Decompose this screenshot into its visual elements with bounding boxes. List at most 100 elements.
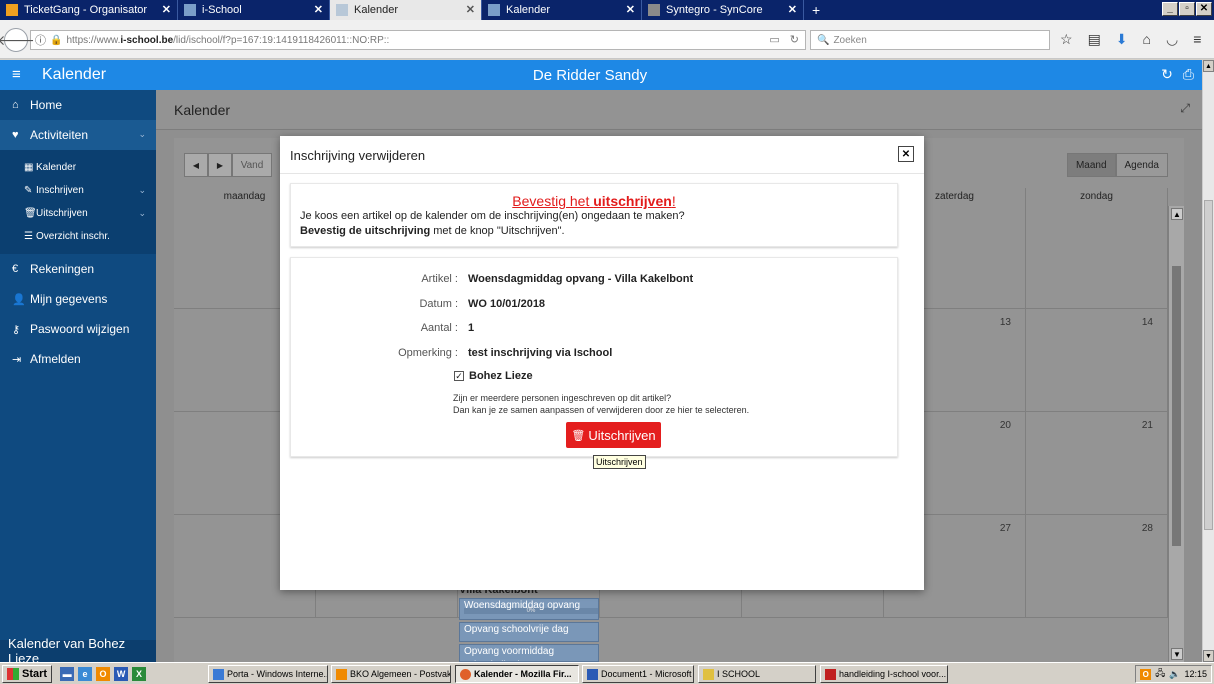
- taskbar-button[interactable]: Document1 - Microsoft ...: [582, 665, 694, 683]
- expand-icon[interactable]: ⤢: [1180, 101, 1190, 116]
- excel-icon[interactable]: X: [132, 666, 147, 681]
- taskbar-button[interactable]: handleiding I-school voor...: [820, 665, 948, 683]
- sidebar: ⌂ Home ♥ Activiteiten ⌄ ▦ Kalender ✎ Ins…: [0, 90, 156, 662]
- close-tab-icon[interactable]: ✕: [788, 3, 797, 16]
- close-dialog-button[interactable]: ✕: [898, 146, 914, 162]
- prev-month-button[interactable]: ◀: [184, 153, 208, 177]
- day-number: 27: [999, 523, 1011, 534]
- internet-explorer-icon: [213, 668, 224, 680]
- chevron-down-icon: ⌄: [138, 185, 146, 195]
- calendar-event[interactable]: Woensdagmiddag opvang 0%: [459, 598, 599, 620]
- scrollbar-thumb[interactable]: [1172, 266, 1181, 546]
- taskbar-button[interactable]: Porta - Windows Interne...: [208, 665, 328, 683]
- taskbar-button[interactable]: I SCHOOL: [698, 665, 816, 683]
- browser-tab-active[interactable]: Kalender ✕: [330, 0, 482, 20]
- browser-tab[interactable]: TicketGang - Organisator ✕: [0, 0, 178, 20]
- view-month-button[interactable]: Maand: [1066, 153, 1116, 177]
- person-checkbox[interactable]: ✓ Bohez Lieze: [454, 370, 533, 382]
- taskbar-button[interactable]: BKO Algemeen - Postvak...: [331, 665, 451, 683]
- browser-tab[interactable]: Syntegro - SynCore ✕: [642, 0, 804, 20]
- word-icon[interactable]: W: [114, 666, 129, 681]
- tab-label: TicketGang - Organisator: [24, 4, 148, 16]
- sidebar-subitem-overzicht[interactable]: ☰ Overzicht inschr.: [0, 225, 156, 248]
- menu-icon[interactable]: ≡: [1193, 31, 1201, 48]
- search-placeholder: Zoeken: [833, 34, 867, 46]
- show-desktop-icon[interactable]: ▬: [60, 666, 75, 681]
- page-scrollbar[interactable]: ▲ ▼: [1202, 60, 1214, 662]
- checkbox-checked-icon[interactable]: ✓: [454, 371, 464, 381]
- close-tab-icon[interactable]: ✕: [314, 3, 323, 16]
- calendar-event[interactable]: Opvang voormiddag schoolvrije dag: [459, 644, 599, 662]
- sidebar-subitem-kalender[interactable]: ▦ Kalender: [0, 156, 156, 179]
- word-icon: [587, 668, 598, 680]
- view-agenda-button[interactable]: Agenda: [1115, 153, 1168, 177]
- edit-icon: ✎: [24, 185, 33, 196]
- new-tab-button[interactable]: +: [804, 0, 828, 20]
- bookmarks-library-icon[interactable]: ▤: [1088, 31, 1101, 48]
- taskbar-button-label: BKO Algemeen - Postvak...: [350, 669, 451, 679]
- calendar-event[interactable]: Opvang schoolvrije dag: [459, 622, 599, 642]
- sidebar-item-rekeningen[interactable]: € Rekeningen: [0, 254, 156, 284]
- scrollbar-thumb[interactable]: [1204, 200, 1213, 530]
- sidebar-subitem-inschrijven[interactable]: ✎ Inschrijven ⌄: [0, 179, 156, 202]
- folder-icon: [703, 668, 714, 680]
- maximize-icon[interactable]: ▫: [1179, 2, 1195, 16]
- reader-view-icon[interactable]: ▭: [769, 33, 779, 46]
- taskbar-button-label: Document1 - Microsoft ...: [601, 669, 694, 679]
- sidebar-subitem-uitschrijven[interactable]: 🗑 Uitschrijven ⌄: [0, 202, 156, 225]
- sidebar-item-paswoord[interactable]: ⚷ Paswoord wijzigen: [0, 314, 156, 344]
- sidebar-subitem-label: Uitschrijven: [36, 208, 88, 219]
- sidebar-item-label: Mijn gegevens: [30, 292, 108, 306]
- calendar-scrollbar[interactable]: ▲ ▼: [1168, 206, 1184, 662]
- event-label: Woensdagmiddag opvang: [464, 600, 581, 611]
- internet-explorer-icon[interactable]: e: [78, 666, 93, 681]
- scroll-up-icon[interactable]: ▲: [1203, 60, 1214, 72]
- network-icon[interactable]: 🖧: [1155, 666, 1165, 682]
- next-month-button[interactable]: ▶: [208, 153, 232, 177]
- scroll-up-icon[interactable]: ▲: [1171, 208, 1183, 220]
- sidebar-item-activiteiten[interactable]: ♥ Activiteiten ⌄: [0, 120, 156, 150]
- calendar-day[interactable]: 21: [1026, 412, 1168, 514]
- close-tab-icon[interactable]: ✕: [466, 3, 475, 16]
- minimize-icon[interactable]: _: [1162, 2, 1178, 16]
- calendar-day[interactable]: 14: [1026, 309, 1168, 411]
- close-window-icon[interactable]: ✕: [1196, 2, 1212, 16]
- chevron-down-icon: ⌄: [138, 208, 146, 218]
- refresh-icon[interactable]: ↻: [1161, 66, 1173, 83]
- search-input[interactable]: 🔍 Zoeken: [810, 30, 1050, 50]
- back-button[interactable]: 🡐: [0, 28, 35, 52]
- bookmark-star-icon[interactable]: ☆: [1060, 31, 1073, 48]
- info-icon[interactable]: ⓘ: [35, 32, 46, 48]
- start-label: Start: [22, 667, 48, 680]
- close-tab-icon[interactable]: ✕: [162, 3, 171, 16]
- close-tab-icon[interactable]: ✕: [626, 3, 635, 16]
- app-header: ≡ Kalender De Ridder Sandy ↻ ⎙: [0, 60, 1202, 90]
- taskbar-button-active[interactable]: Kalender - Mozilla Fir...: [455, 665, 579, 683]
- taskbar-button-label: I SCHOOL: [717, 669, 761, 679]
- browser-tab[interactable]: Kalender ✕: [482, 0, 642, 20]
- browser-tab[interactable]: i-School ✕: [178, 0, 330, 20]
- scroll-down-icon[interactable]: ▼: [1171, 648, 1183, 660]
- print-icon[interactable]: ⎙: [1183, 66, 1194, 83]
- sidebar-item-mijn-gegevens[interactable]: 👤 Mijn gegevens: [0, 284, 156, 314]
- scroll-down-icon[interactable]: ▼: [1203, 650, 1214, 662]
- outlook-tray-icon[interactable]: O: [1140, 668, 1152, 680]
- home-icon[interactable]: ⌂: [1143, 31, 1151, 48]
- volume-icon[interactable]: 🔈: [1169, 669, 1180, 680]
- taskbar: Start ▬ e O W X Porta - Windows Interne.…: [0, 662, 1214, 684]
- calendar-icon: ▦: [24, 162, 34, 173]
- download-icon[interactable]: ⬇: [1116, 31, 1128, 48]
- uitschrijven-button[interactable]: 🗑 Uitschrijven: [566, 422, 661, 448]
- sidebar-item-afmelden[interactable]: ⇥ Afmelden: [0, 344, 156, 374]
- calendar-day[interactable]: 28: [1026, 515, 1168, 617]
- start-button[interactable]: Start: [2, 664, 53, 683]
- calendar-day[interactable]: [1026, 206, 1168, 308]
- outlook-icon[interactable]: O: [96, 666, 111, 681]
- today-button[interactable]: Vand: [232, 153, 272, 177]
- reload-icon[interactable]: ↻: [790, 33, 799, 46]
- page-title: Kalender: [174, 102, 231, 118]
- sidebar-item-home[interactable]: ⌂ Home: [0, 90, 156, 120]
- pocket-icon[interactable]: ◡: [1166, 31, 1178, 48]
- url-bar[interactable]: ⓘ 🔒 https://www. i-school.be/lid/ischool/…: [30, 30, 806, 50]
- header-icons: ↻ ⎙: [1161, 66, 1194, 83]
